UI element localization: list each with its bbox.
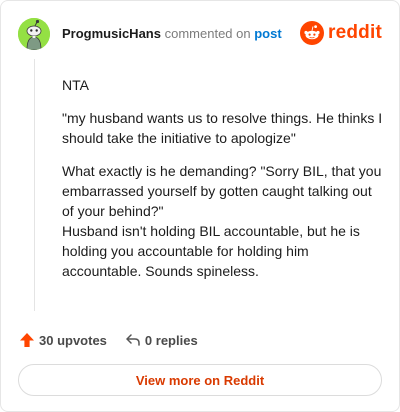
reddit-logo-icon — [300, 21, 325, 45]
snoo-avatar-icon — [18, 18, 50, 50]
comment-paragraph: NTA — [62, 77, 89, 93]
user-avatar[interactable] — [18, 18, 50, 50]
post-link[interactable]: post — [254, 26, 281, 41]
comment-body: NTA "my husband wants us to resolve thin… — [62, 75, 387, 294]
reply-arrow-icon — [126, 334, 140, 346]
reply-count: 0 replies — [144, 332, 198, 348]
reddit-wordmark: reddit — [328, 22, 382, 43]
reddit-brand[interactable]: reddit — [300, 20, 382, 46]
upvote-arrow-icon — [20, 333, 34, 347]
username-link[interactable]: ProgmusicHans — [62, 26, 161, 41]
replies-button[interactable]: 0 replies — [125, 332, 198, 348]
comment-embed-card: ProgmusicHans commented on post reddit N… — [0, 0, 400, 412]
comment-header: ProgmusicHans commented on post — [62, 26, 282, 42]
comment-paragraph: What exactly is he demanding? "Sorry BIL… — [62, 163, 382, 219]
upvote-button[interactable]: 30 upvotes — [19, 332, 107, 348]
upvote-count: 30 upvotes — [39, 332, 107, 348]
view-more-button[interactable]: View more on Reddit — [18, 364, 382, 396]
commented-on-label: commented on — [164, 26, 251, 41]
comment-actions: 30 upvotes 0 replies — [19, 331, 198, 349]
thread-line — [34, 59, 35, 311]
comment-paragraph: Husband isn't holding BIL accountable, b… — [62, 223, 360, 279]
comment-paragraph: "my husband wants us to resolve things. … — [62, 110, 383, 146]
